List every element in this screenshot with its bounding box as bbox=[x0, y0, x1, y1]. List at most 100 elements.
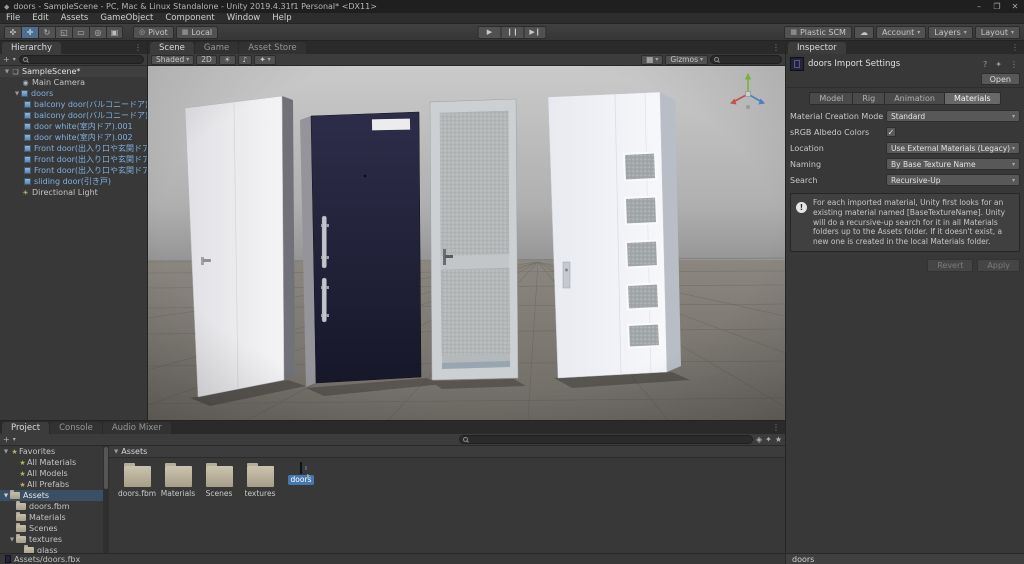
foldout-icon[interactable]: ▼ bbox=[13, 91, 21, 97]
foldout-icon[interactable]: ▼ bbox=[2, 493, 10, 499]
inspector-assetbundle-bar[interactable]: doors bbox=[785, 554, 1024, 564]
create-menu-button[interactable]: + bbox=[3, 55, 10, 65]
door-white-model[interactable] bbox=[184, 95, 295, 398]
tree-all-materials[interactable]: ★ All Materials bbox=[0, 457, 103, 468]
hierarchy-item-front-door-002[interactable]: Front door(出入り口や玄関ドア).002 bbox=[0, 165, 147, 176]
foldout-icon[interactable]: ▼ bbox=[114, 449, 118, 455]
panel-menu-icon[interactable]: ⋮ bbox=[1006, 41, 1024, 54]
tab-game[interactable]: Game bbox=[194, 42, 239, 54]
favorites-filter-icon[interactable]: ★ bbox=[775, 435, 782, 445]
tab-animation[interactable]: Animation bbox=[884, 92, 944, 105]
hand-tool-button[interactable]: ✜ bbox=[4, 25, 21, 39]
scene-effects-dropdown[interactable]: ✦ ▾ bbox=[254, 54, 276, 65]
maximize-button[interactable]: ❐ bbox=[988, 0, 1006, 13]
tree-textures[interactable]: ▼ textures bbox=[0, 534, 103, 545]
door-glass-model[interactable] bbox=[429, 98, 519, 381]
open-button[interactable]: Open bbox=[980, 73, 1020, 85]
naming-dropdown[interactable]: By Base Texture Name ▾ bbox=[886, 158, 1020, 170]
tree-doors-fbm[interactable]: doors.fbm bbox=[0, 501, 103, 512]
tab-inspector[interactable]: Inspector bbox=[788, 42, 846, 54]
tab-model[interactable]: Model bbox=[809, 92, 853, 105]
tree-scenes[interactable]: Scenes bbox=[0, 523, 103, 534]
preset-icon[interactable]: ✦ bbox=[993, 60, 1004, 69]
tree-glass[interactable]: glass bbox=[0, 545, 103, 553]
help-icon[interactable]: ? bbox=[981, 60, 989, 69]
tab-rig[interactable]: Rig bbox=[852, 92, 885, 105]
panel-menu-icon[interactable]: ⋮ bbox=[767, 421, 785, 434]
move-tool-button[interactable]: ✛ bbox=[21, 25, 38, 39]
kebab-menu-icon[interactable]: ⋮ bbox=[1008, 60, 1020, 69]
layout-dropdown[interactable]: Layout ▾ bbox=[974, 25, 1020, 39]
plastic-scm-button[interactable]: ▦ Plastic SCM bbox=[784, 25, 852, 39]
search-by-type-icon[interactable]: ◈ bbox=[756, 435, 762, 445]
menu-file[interactable]: File bbox=[0, 13, 26, 24]
hierarchy-item-main-camera[interactable]: ◉ Main Camera bbox=[0, 77, 147, 88]
project-search-input[interactable] bbox=[458, 435, 753, 444]
material-creation-mode-dropdown[interactable]: Standard ▾ bbox=[886, 110, 1020, 122]
tree-favorites[interactable]: ▼ ★ Favorites bbox=[0, 446, 103, 457]
scrollbar-thumb[interactable] bbox=[104, 447, 108, 489]
local-toggle-button[interactable]: ▦ Local bbox=[175, 25, 219, 39]
tab-asset-store[interactable]: Asset Store bbox=[239, 42, 306, 54]
step-button[interactable]: ▶❙ bbox=[523, 25, 547, 39]
tree-assets-root[interactable]: ▼ Assets bbox=[0, 490, 103, 501]
scene-header-row[interactable]: ▼ ❏ SampleScene* bbox=[0, 66, 147, 77]
grid-item-scenes[interactable]: Scenes bbox=[199, 463, 239, 499]
hierarchy-search-input[interactable] bbox=[18, 55, 144, 64]
rotate-tool-button[interactable]: ↻ bbox=[38, 25, 55, 39]
hierarchy-item-balcony-003[interactable]: balcony door(バルコニードア).003 bbox=[0, 110, 147, 121]
grid-item-materials[interactable]: Materials bbox=[158, 463, 198, 499]
hierarchy-item-sliding-door[interactable]: sliding door(引き戸) bbox=[0, 176, 147, 187]
tab-project[interactable]: Project bbox=[2, 422, 50, 434]
scene-lighting-toggle[interactable]: ☀ bbox=[218, 54, 236, 65]
hierarchy-item-doors[interactable]: ▼ doors bbox=[0, 88, 147, 99]
foldout-icon[interactable]: ▼ bbox=[2, 449, 10, 455]
tab-audio-mixer[interactable]: Audio Mixer bbox=[102, 422, 171, 434]
grid-item-doors-asset[interactable]: ▸ doors bbox=[281, 462, 321, 499]
hierarchy-item-directional-light[interactable]: ☀ Directional Light bbox=[0, 187, 147, 198]
menu-component[interactable]: Component bbox=[159, 13, 220, 24]
shading-mode-dropdown[interactable]: Shaded ▾ bbox=[151, 54, 195, 65]
menu-assets[interactable]: Assets bbox=[55, 13, 95, 24]
play-button[interactable]: ▶ bbox=[477, 25, 501, 39]
grid-item-doors-fbm[interactable]: doors.fbm bbox=[117, 463, 157, 499]
search-by-label-icon[interactable]: ✦ bbox=[765, 435, 772, 445]
hierarchy-item-front-door[interactable]: Front door(出入り口や玄関ドア) bbox=[0, 143, 147, 154]
hierarchy-item-door-white-002[interactable]: door white(室内ドア).002 bbox=[0, 132, 147, 143]
search-dropdown[interactable]: Recursive-Up ▾ bbox=[886, 174, 1020, 186]
menu-window[interactable]: Window bbox=[221, 13, 267, 24]
pause-button[interactable]: ❙❙ bbox=[500, 25, 524, 39]
apply-button[interactable]: Apply bbox=[977, 258, 1020, 272]
tree-all-prefabs[interactable]: ★ All Prefabs bbox=[0, 479, 103, 490]
foldout-icon[interactable]: ▼ bbox=[3, 69, 11, 75]
layers-dropdown[interactable]: Layers ▾ bbox=[928, 25, 973, 39]
tree-all-models[interactable]: ★ All Models bbox=[0, 468, 103, 479]
tab-scene[interactable]: Scene bbox=[150, 42, 194, 54]
gizmos-dropdown[interactable]: Gizmos ▾ bbox=[665, 54, 708, 65]
pivot-toggle-button[interactable]: ◎ Pivot bbox=[133, 25, 174, 39]
menu-help[interactable]: Help bbox=[266, 13, 297, 24]
door-balcony-model[interactable] bbox=[547, 91, 681, 379]
close-button[interactable]: ✕ bbox=[1006, 0, 1024, 13]
menu-gameobject[interactable]: GameObject bbox=[94, 13, 159, 24]
menu-edit[interactable]: Edit bbox=[26, 13, 54, 24]
scene-viewport[interactable] bbox=[148, 66, 785, 420]
tab-materials[interactable]: Materials bbox=[944, 92, 1001, 105]
srgb-albedo-checkbox[interactable]: ✓ bbox=[886, 127, 896, 137]
hierarchy-item-front-door-001[interactable]: Front door(出入り口や玄関ドア).001 bbox=[0, 154, 147, 165]
tab-hierarchy[interactable]: Hierarchy bbox=[2, 42, 62, 54]
panel-menu-icon[interactable]: ⋮ bbox=[767, 41, 785, 54]
location-dropdown[interactable]: Use External Materials (Legacy) ▾ bbox=[886, 142, 1020, 154]
revert-button[interactable]: Revert bbox=[927, 258, 974, 272]
grid-item-textures[interactable]: textures bbox=[240, 463, 280, 499]
2d-toggle-button[interactable]: 2D bbox=[196, 54, 217, 65]
door-navy-model[interactable] bbox=[300, 111, 422, 387]
minimize-button[interactable]: – bbox=[970, 0, 988, 13]
custom-tool-button[interactable]: ▣ bbox=[106, 25, 123, 39]
create-asset-button[interactable]: + bbox=[3, 435, 10, 445]
hierarchy-item-door-white-001[interactable]: door white(室内ドア).001 bbox=[0, 121, 147, 132]
hidden-objects-dropdown[interactable]: ▦ ▾ bbox=[641, 54, 664, 65]
scene-audio-toggle[interactable]: ♪ bbox=[237, 54, 253, 65]
account-dropdown[interactable]: Account ▾ bbox=[875, 25, 927, 39]
scale-tool-button[interactable]: ◱ bbox=[55, 25, 72, 39]
